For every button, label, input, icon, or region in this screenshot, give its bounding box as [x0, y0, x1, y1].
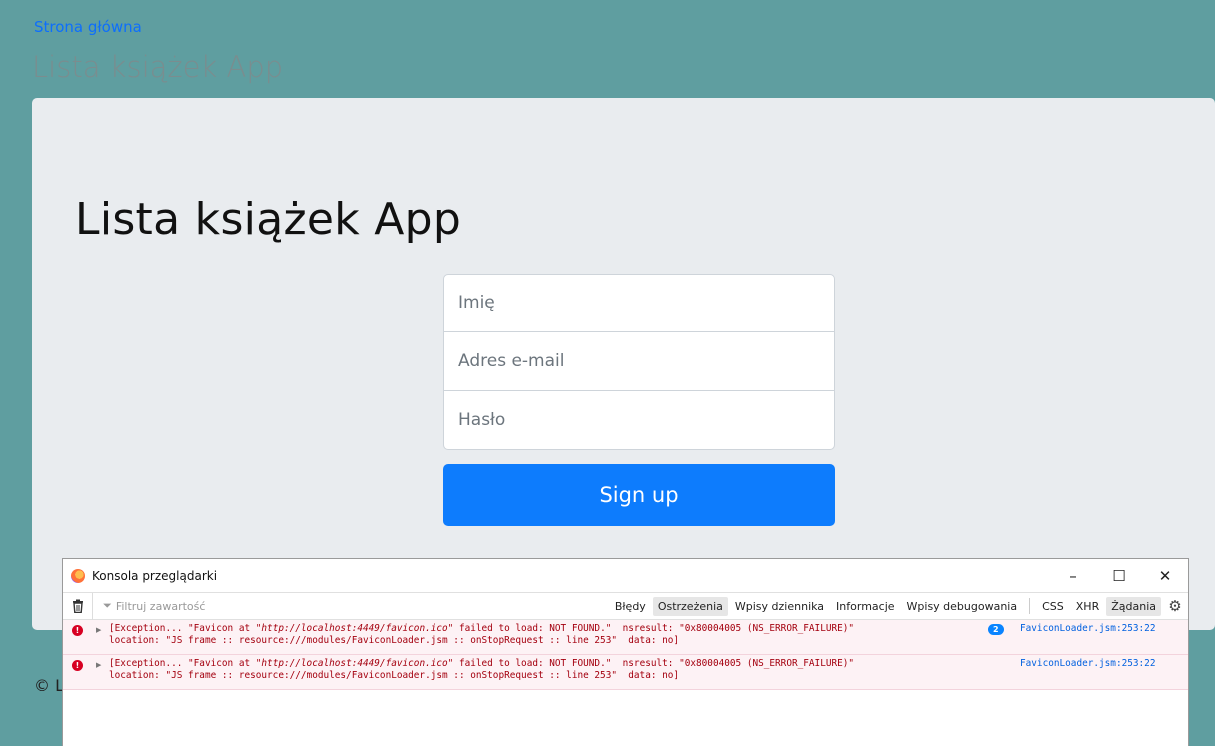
message-line-2: location: "JS frame :: resource:///modul… [109, 635, 680, 646]
close-icon[interactable]: ✕ [1142, 559, 1188, 592]
repeat-count-badge: 2 [988, 624, 1004, 635]
message-line-2: location: "JS frame :: resource:///modul… [109, 670, 680, 681]
home-link[interactable]: Strona główna [34, 18, 142, 36]
trash-icon[interactable] [63, 592, 93, 620]
password-input[interactable] [443, 391, 835, 450]
name-input[interactable] [443, 274, 835, 332]
tab-info[interactable]: Informacje [831, 597, 899, 616]
tab-xhr[interactable]: XHR [1071, 597, 1104, 616]
tab-divider [1029, 598, 1031, 614]
console-titlebar[interactable]: Konsola przeglądarki – ☐ ✕ [63, 559, 1188, 592]
footer-copyright: © L [34, 676, 64, 695]
message-source-link[interactable]: FaviconLoader.jsm:253:22 [1020, 623, 1155, 635]
console-message[interactable]: ! ▶ [Exception... "Favicon at "http://lo… [63, 620, 1188, 655]
filter-input[interactable]: ⏷ Filtruj zawartość [93, 599, 563, 613]
console-title: Konsola przeglądarki [92, 568, 218, 583]
jumbotron: Lista książek App Sign up [32, 98, 1215, 630]
tab-errors[interactable]: Błędy [610, 597, 651, 616]
tab-logs[interactable]: Wpisy dziennika [730, 597, 829, 616]
gear-icon[interactable]: ⚙ [1162, 597, 1188, 615]
tab-debug[interactable]: Wpisy debugowania [902, 597, 1023, 616]
window-controls: – ☐ ✕ [1050, 559, 1188, 592]
message-source-link[interactable]: FaviconLoader.jsm:253:22 [1020, 658, 1155, 670]
jumbotron-title: Lista książek App [75, 194, 462, 245]
tab-css[interactable]: CSS [1037, 597, 1069, 616]
page-brand: Lista książek App [32, 50, 284, 84]
console-filter-tabs: Błędy Ostrzeżenia Wpisy dziennika Inform… [609, 593, 1188, 620]
filter-placeholder: Filtruj zawartość [115, 599, 206, 613]
console-toolbar: ⏷ Filtruj zawartość Błędy Ostrzeżenia Wp… [63, 592, 1188, 620]
firefox-icon [71, 568, 85, 583]
tab-requests[interactable]: Żądania [1106, 596, 1161, 616]
signup-form: Sign up [443, 274, 835, 526]
expand-arrow-icon[interactable]: ▶ [96, 659, 101, 671]
minimize-icon[interactable]: – [1050, 559, 1096, 592]
tab-warnings[interactable]: Ostrzeżenia [652, 596, 728, 616]
console-message[interactable]: ! ▶ [Exception... "Favicon at "http://lo… [63, 655, 1188, 690]
maximize-icon[interactable]: ☐ [1096, 559, 1142, 592]
email-input[interactable] [443, 332, 835, 391]
browser-console-window: Konsola przeglądarki – ☐ ✕ ⏷ Filtruj zaw… [62, 558, 1189, 746]
expand-arrow-icon[interactable]: ▶ [96, 624, 101, 636]
error-icon: ! [72, 625, 83, 636]
sign-up-button[interactable]: Sign up [443, 464, 835, 526]
funnel-icon: ⏷ [103, 599, 112, 612]
error-icon: ! [72, 660, 83, 671]
